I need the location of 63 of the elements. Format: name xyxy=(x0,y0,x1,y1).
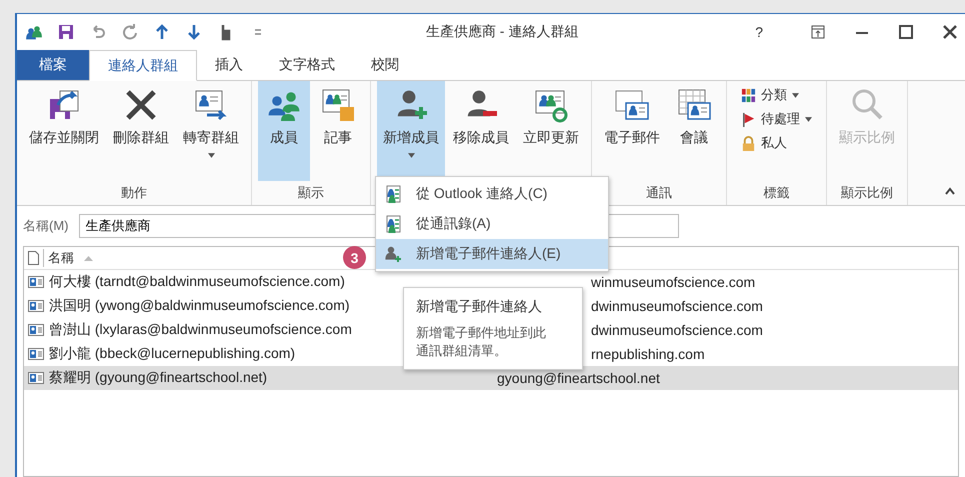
ribbon-button[interactable]: 記事 xyxy=(312,81,364,181)
color-grid-icon xyxy=(741,88,756,102)
flag-icon xyxy=(741,112,756,126)
people-icon[interactable] xyxy=(25,23,43,41)
ribbon-button[interactable]: 電子郵件 xyxy=(598,81,666,181)
help-button[interactable]: ? xyxy=(737,24,781,40)
group-label: 顯示比例 xyxy=(840,184,894,202)
contact-card-icon xyxy=(28,300,44,312)
member-name[interactable]: 洪国明 (ywong@baldwinmuseumofscience.com) xyxy=(49,297,350,313)
column-header[interactable]: 名稱 xyxy=(43,249,74,267)
field-label: 名稱(M) xyxy=(23,217,68,235)
ribbon-button[interactable]: 分類 xyxy=(739,85,814,105)
maximize-icon[interactable] xyxy=(899,25,913,39)
group-label: 標籤 xyxy=(762,184,790,202)
member-email: winmuseumofscience.com xyxy=(591,274,756,290)
group-label: 通訊 xyxy=(645,184,673,202)
group-label: 動作 xyxy=(120,184,148,202)
close-icon[interactable] xyxy=(943,25,957,39)
add-person-icon xyxy=(384,245,402,263)
lock-icon xyxy=(741,136,756,150)
menu-item[interactable]: 從 Outlook 連絡人(C) xyxy=(376,179,608,209)
ribbon-tab[interactable]: 校閱 xyxy=(353,50,417,80)
member-name[interactable]: 何大樓 (tarndt@baldwinmuseumofscience.com) xyxy=(49,273,345,289)
member-name[interactable]: 劉小龍 (bbeck@lucernepublishing.com) xyxy=(49,345,296,361)
tooltip-title: 新增電子郵件連絡人 xyxy=(416,298,543,316)
contact-card-icon xyxy=(28,324,44,336)
address-book-icon xyxy=(384,185,402,203)
ribbon-button[interactable]: 私人 xyxy=(739,133,814,153)
menu-item[interactable]: 新增電子郵件連絡人(E) xyxy=(376,239,608,269)
redo-icon[interactable] xyxy=(121,23,139,41)
ribbon-button[interactable]: 移除成員 xyxy=(447,81,515,181)
sort-icon xyxy=(84,256,93,260)
calendar-icon xyxy=(676,87,712,123)
ribbon-button[interactable]: 會議 xyxy=(668,81,720,181)
ribbon-button[interactable]: 儲存並關閉 xyxy=(23,81,105,181)
group-label: 顯示 xyxy=(297,184,325,202)
down-arrow-icon[interactable] xyxy=(185,23,203,41)
ribbon-button[interactable]: 轉寄群組 xyxy=(177,81,245,181)
address-book-icon xyxy=(384,215,402,233)
contact-card-icon xyxy=(28,348,44,360)
member-name[interactable]: 曾澍山 (lxylaras@baldwinmuseumofscience.com xyxy=(49,321,352,337)
save-icon[interactable] xyxy=(57,23,75,41)
ribbon-tab[interactable]: 連絡人群組 xyxy=(89,50,197,81)
contact-card-icon xyxy=(28,372,44,384)
ribbon-button[interactable]: 刪除群組 xyxy=(107,81,175,181)
member-email: gyoung@fineartschool.net xyxy=(497,370,660,386)
member-email: dwinmuseumofscience.com xyxy=(591,322,763,338)
window-title: 生產供應商 - 連絡人群組 xyxy=(424,23,580,41)
ribbon-button[interactable]: 待處理 xyxy=(739,109,814,129)
tooltip-text: 新增電子郵件地址到此通訊群組清單。 xyxy=(416,324,547,360)
file-tab[interactable]: 檔案 xyxy=(17,50,89,80)
menu-item[interactable]: 從通訊錄(A) xyxy=(376,209,608,239)
contact-card-icon xyxy=(28,276,44,288)
ribbon-button[interactable]: 成員 xyxy=(258,81,310,181)
member-email: rnepublishing.com xyxy=(591,346,705,362)
member-email: dwinmuseumofscience.com xyxy=(591,298,763,314)
document-icon xyxy=(28,251,39,265)
ribbon-display-icon[interactable] xyxy=(811,25,825,39)
member-name[interactable]: 蔡耀明 (gyoung@fineartschool.net) xyxy=(49,369,268,385)
ribbon-tab[interactable]: 文字格式 xyxy=(261,50,353,80)
notes-icon xyxy=(320,87,356,123)
ribbon-tab[interactable]: 插入 xyxy=(197,50,261,80)
collapse-icon[interactable] xyxy=(945,187,955,195)
